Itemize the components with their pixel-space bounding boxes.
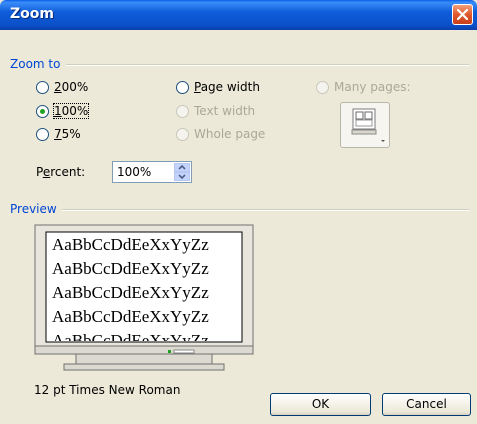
- sample-line: AaBbCcDdEeXxYyZz: [52, 307, 209, 326]
- close-icon: [457, 9, 468, 20]
- sample-line: AaBbCcDdEeXxYyZz: [52, 235, 209, 254]
- radio-circle: [316, 80, 329, 94]
- radio-100[interactable]: 100%: [36, 103, 90, 119]
- radio-page-width[interactable]: Page width: [176, 80, 260, 94]
- radio-200-label: 200%: [54, 80, 89, 94]
- spin-up-button[interactable]: [174, 163, 190, 172]
- many-pages-button[interactable]: [340, 102, 390, 148]
- window-title: Zoom: [10, 6, 54, 22]
- chevron-up-icon: [178, 164, 186, 170]
- sample-line: AaBbCcDdEeXxYyZz: [52, 259, 209, 278]
- radio-circle: [176, 104, 189, 118]
- preview-divider: [62, 209, 469, 211]
- monitor-pages-icon: [351, 108, 385, 142]
- radio-circle: [36, 127, 49, 141]
- cancel-button[interactable]: Cancel: [382, 393, 471, 416]
- radio-100-label: 100%: [52, 103, 90, 119]
- percent-spinner[interactable]: 100%: [112, 161, 192, 183]
- percent-label: Percent:: [36, 165, 86, 179]
- spinner-arrows: [174, 163, 190, 181]
- radio-many-pages-label: Many pages:: [334, 80, 411, 94]
- chevron-down-icon: [178, 174, 186, 180]
- radio-200[interactable]: 200%: [36, 80, 88, 94]
- radio-circle-selected: [36, 104, 49, 118]
- radio-circle: [176, 127, 189, 141]
- title-bar[interactable]: Zoom: [0, 0, 477, 30]
- radio-whole-page[interactable]: Whole page: [176, 127, 265, 141]
- sample-line: AaBbCcDdEeXxYyZz: [52, 331, 209, 341]
- percent-value[interactable]: 100%: [117, 165, 151, 179]
- spin-down-button[interactable]: [174, 172, 190, 181]
- preview-label: Preview: [10, 202, 57, 216]
- radio-many-pages[interactable]: Many pages:: [316, 80, 411, 94]
- zoom-dialog: Zoom Zoom to 200% 100% 75% Page width Te…: [0, 0, 477, 424]
- zoom-to-divider: [66, 64, 469, 66]
- radio-text-width-label: Text width: [194, 104, 256, 118]
- radio-text-width[interactable]: Text width: [176, 104, 255, 118]
- radio-page-width-label: Page width: [194, 80, 260, 94]
- ok-button[interactable]: OK: [270, 393, 371, 416]
- font-info-label: 12 pt Times New Roman: [34, 383, 181, 397]
- close-button[interactable]: [452, 4, 473, 25]
- radio-circle: [36, 80, 49, 94]
- sample-line: AaBbCcDdEeXxYyZz: [52, 283, 209, 302]
- radio-75-label: 75%: [54, 127, 81, 141]
- zoom-to-label: Zoom to: [10, 57, 61, 71]
- radio-circle: [176, 80, 189, 94]
- preview-sample-area: AaBbCcDdEeXxYyZz AaBbCcDdEeXxYyZz AaBbCc…: [47, 233, 241, 341]
- preview-monitor: AaBbCcDdEeXxYyZz AaBbCcDdEeXxYyZz AaBbCc…: [34, 224, 254, 377]
- radio-whole-page-label: Whole page: [194, 127, 266, 141]
- radio-75[interactable]: 75%: [36, 127, 81, 141]
